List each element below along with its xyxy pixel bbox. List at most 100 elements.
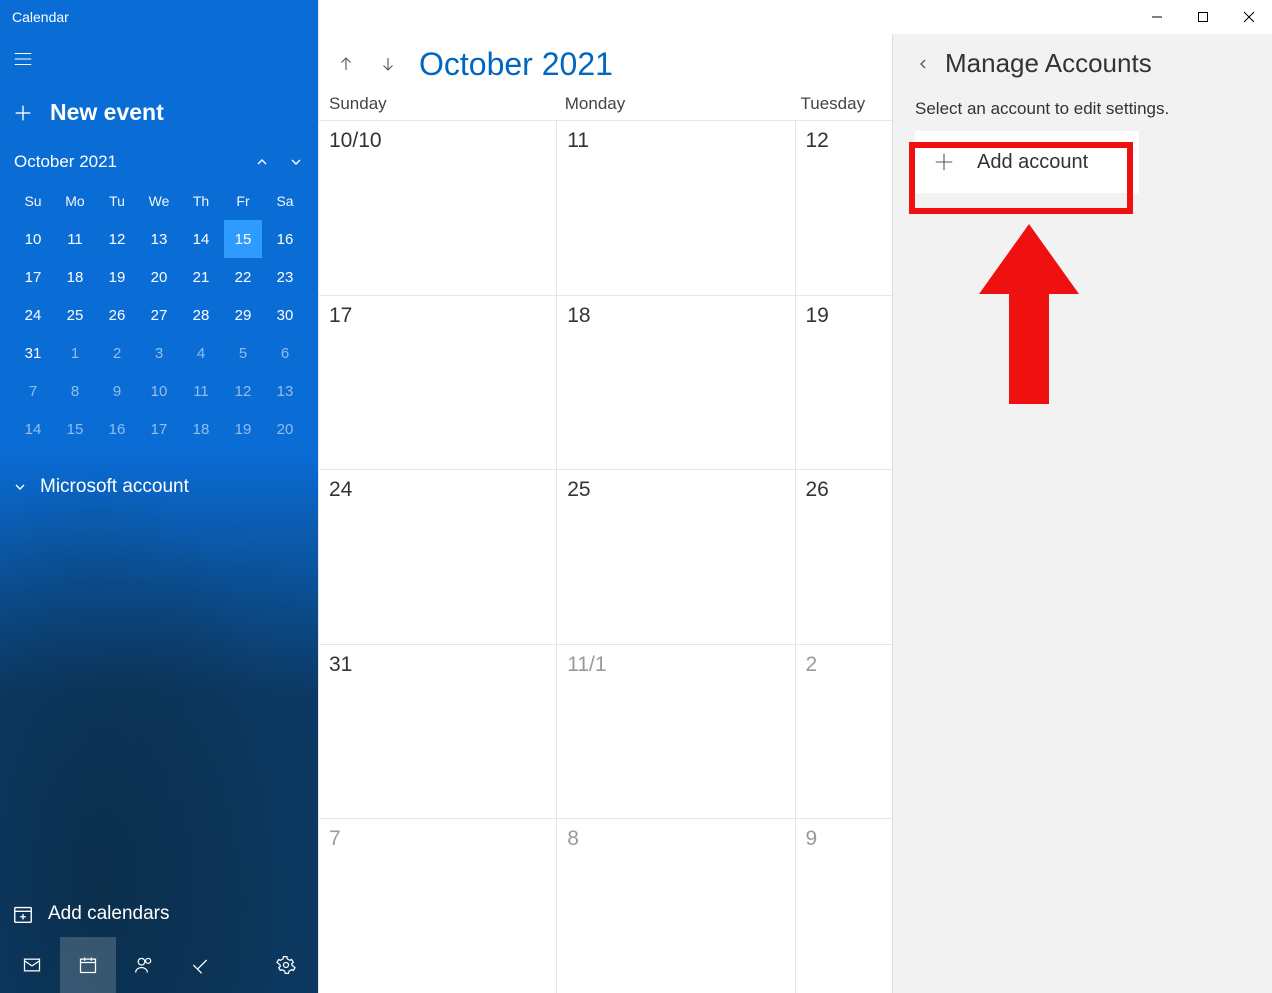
window-controls [319,0,1272,34]
mail-icon [22,955,42,975]
plus-icon [12,102,34,124]
mini-day[interactable]: 31 [14,334,52,372]
mini-day[interactable]: 15 [224,220,262,258]
menu-icon [12,48,34,70]
mini-day[interactable]: 1 [56,334,94,372]
mini-day[interactable]: 18 [182,410,220,448]
mini-day[interactable]: 25 [56,296,94,334]
add-account-label: Add account [977,151,1088,174]
close-button[interactable] [1226,0,1272,34]
mini-dow: Tu [98,182,136,220]
chevron-down-icon[interactable] [288,154,304,170]
add-calendars-label: Add calendars [48,903,169,925]
mini-day[interactable]: 6 [266,334,304,372]
mini-day[interactable]: 18 [56,258,94,296]
mini-day[interactable]: 12 [98,220,136,258]
mini-dow: Fr [224,182,262,220]
mini-day[interactable]: 10 [14,220,52,258]
day-cell[interactable]: 8 [557,818,795,993]
mini-calendar-month[interactable]: October 2021 [14,152,117,172]
mini-day[interactable]: 15 [56,410,94,448]
mini-calendar: October 2021 SuMoTuWeThFrSa1011121314151… [0,144,318,458]
mini-day[interactable]: 4 [182,334,220,372]
mini-day[interactable]: 16 [98,410,136,448]
mini-dow: Sa [266,182,304,220]
weekday-label: Monday [565,94,801,114]
mini-day[interactable]: 27 [140,296,178,334]
day-cell[interactable]: 11/1 [557,644,795,819]
mini-day[interactable]: 17 [140,410,178,448]
hamburger-button[interactable] [0,34,318,85]
check-icon [190,955,210,975]
next-month-button[interactable] [371,44,405,84]
mini-day[interactable]: 13 [266,372,304,410]
mini-dow: Su [14,182,52,220]
mini-day[interactable]: 22 [224,258,262,296]
manage-accounts-panel: Manage Accounts Select an account to edi… [892,34,1272,993]
mini-day[interactable]: 9 [98,372,136,410]
plus-icon [933,151,955,173]
day-cell[interactable]: 17 [319,295,557,470]
arrow-down-icon [379,55,397,73]
mini-day[interactable]: 16 [266,220,304,258]
day-cell[interactable]: 18 [557,295,795,470]
calendar-add-icon [12,903,34,925]
mail-button[interactable] [4,937,60,993]
mini-day[interactable]: 28 [182,296,220,334]
prev-month-button[interactable] [329,44,363,84]
minimize-icon [1151,11,1163,23]
mini-day[interactable]: 14 [182,220,220,258]
mini-day[interactable]: 17 [14,258,52,296]
account-toggle[interactable]: Microsoft account [0,458,318,516]
account-label: Microsoft account [40,476,189,498]
day-cell[interactable]: 24 [319,469,557,644]
window-title: Calendar [0,0,318,34]
mini-day[interactable]: 14 [14,410,52,448]
people-button[interactable] [116,937,172,993]
back-button[interactable] [915,56,931,72]
minimize-button[interactable] [1134,0,1180,34]
new-event-button[interactable]: New event [0,85,318,144]
chevron-up-icon[interactable] [254,154,270,170]
mini-day[interactable]: 19 [98,258,136,296]
day-cell[interactable]: 11 [557,120,795,295]
mini-day[interactable]: 10 [140,372,178,410]
month-label[interactable]: October 2021 [419,46,613,83]
day-cell[interactable]: 25 [557,469,795,644]
mini-day[interactable]: 12 [224,372,262,410]
add-account-button[interactable]: Add account [915,131,1139,193]
mini-day[interactable]: 13 [140,220,178,258]
mini-day[interactable]: 20 [266,410,304,448]
calendar-button[interactable] [60,937,116,993]
mini-day[interactable]: 29 [224,296,262,334]
mini-day[interactable]: 19 [224,410,262,448]
mini-day[interactable]: 20 [140,258,178,296]
mini-day[interactable]: 8 [56,372,94,410]
mini-dow: Th [182,182,220,220]
mini-day[interactable]: 2 [98,334,136,372]
mini-day[interactable]: 11 [182,372,220,410]
todo-button[interactable] [172,937,228,993]
panel-title: Manage Accounts [945,48,1152,79]
mini-day[interactable]: 24 [14,296,52,334]
mini-day[interactable]: 23 [266,258,304,296]
weekday-label: Sunday [329,94,565,114]
mini-day[interactable]: 21 [182,258,220,296]
mini-day[interactable]: 3 [140,334,178,372]
mini-day[interactable]: 11 [56,220,94,258]
people-icon [134,955,154,975]
mini-day[interactable]: 7 [14,372,52,410]
maximize-icon [1197,11,1209,23]
new-event-label: New event [50,99,164,126]
day-cell[interactable]: 10/10 [319,120,557,295]
mini-day[interactable]: 5 [224,334,262,372]
settings-button[interactable] [258,937,314,993]
maximize-button[interactable] [1180,0,1226,34]
day-cell[interactable]: 7 [319,818,557,993]
day-cell[interactable]: 31 [319,644,557,819]
sidebar: Calendar New event October 2021 SuMoTuWe… [0,0,318,993]
mini-day[interactable]: 30 [266,296,304,334]
add-calendars-button[interactable]: Add calendars [0,891,318,937]
mini-day[interactable]: 26 [98,296,136,334]
panel-subtitle: Select an account to edit settings. [915,99,1250,119]
